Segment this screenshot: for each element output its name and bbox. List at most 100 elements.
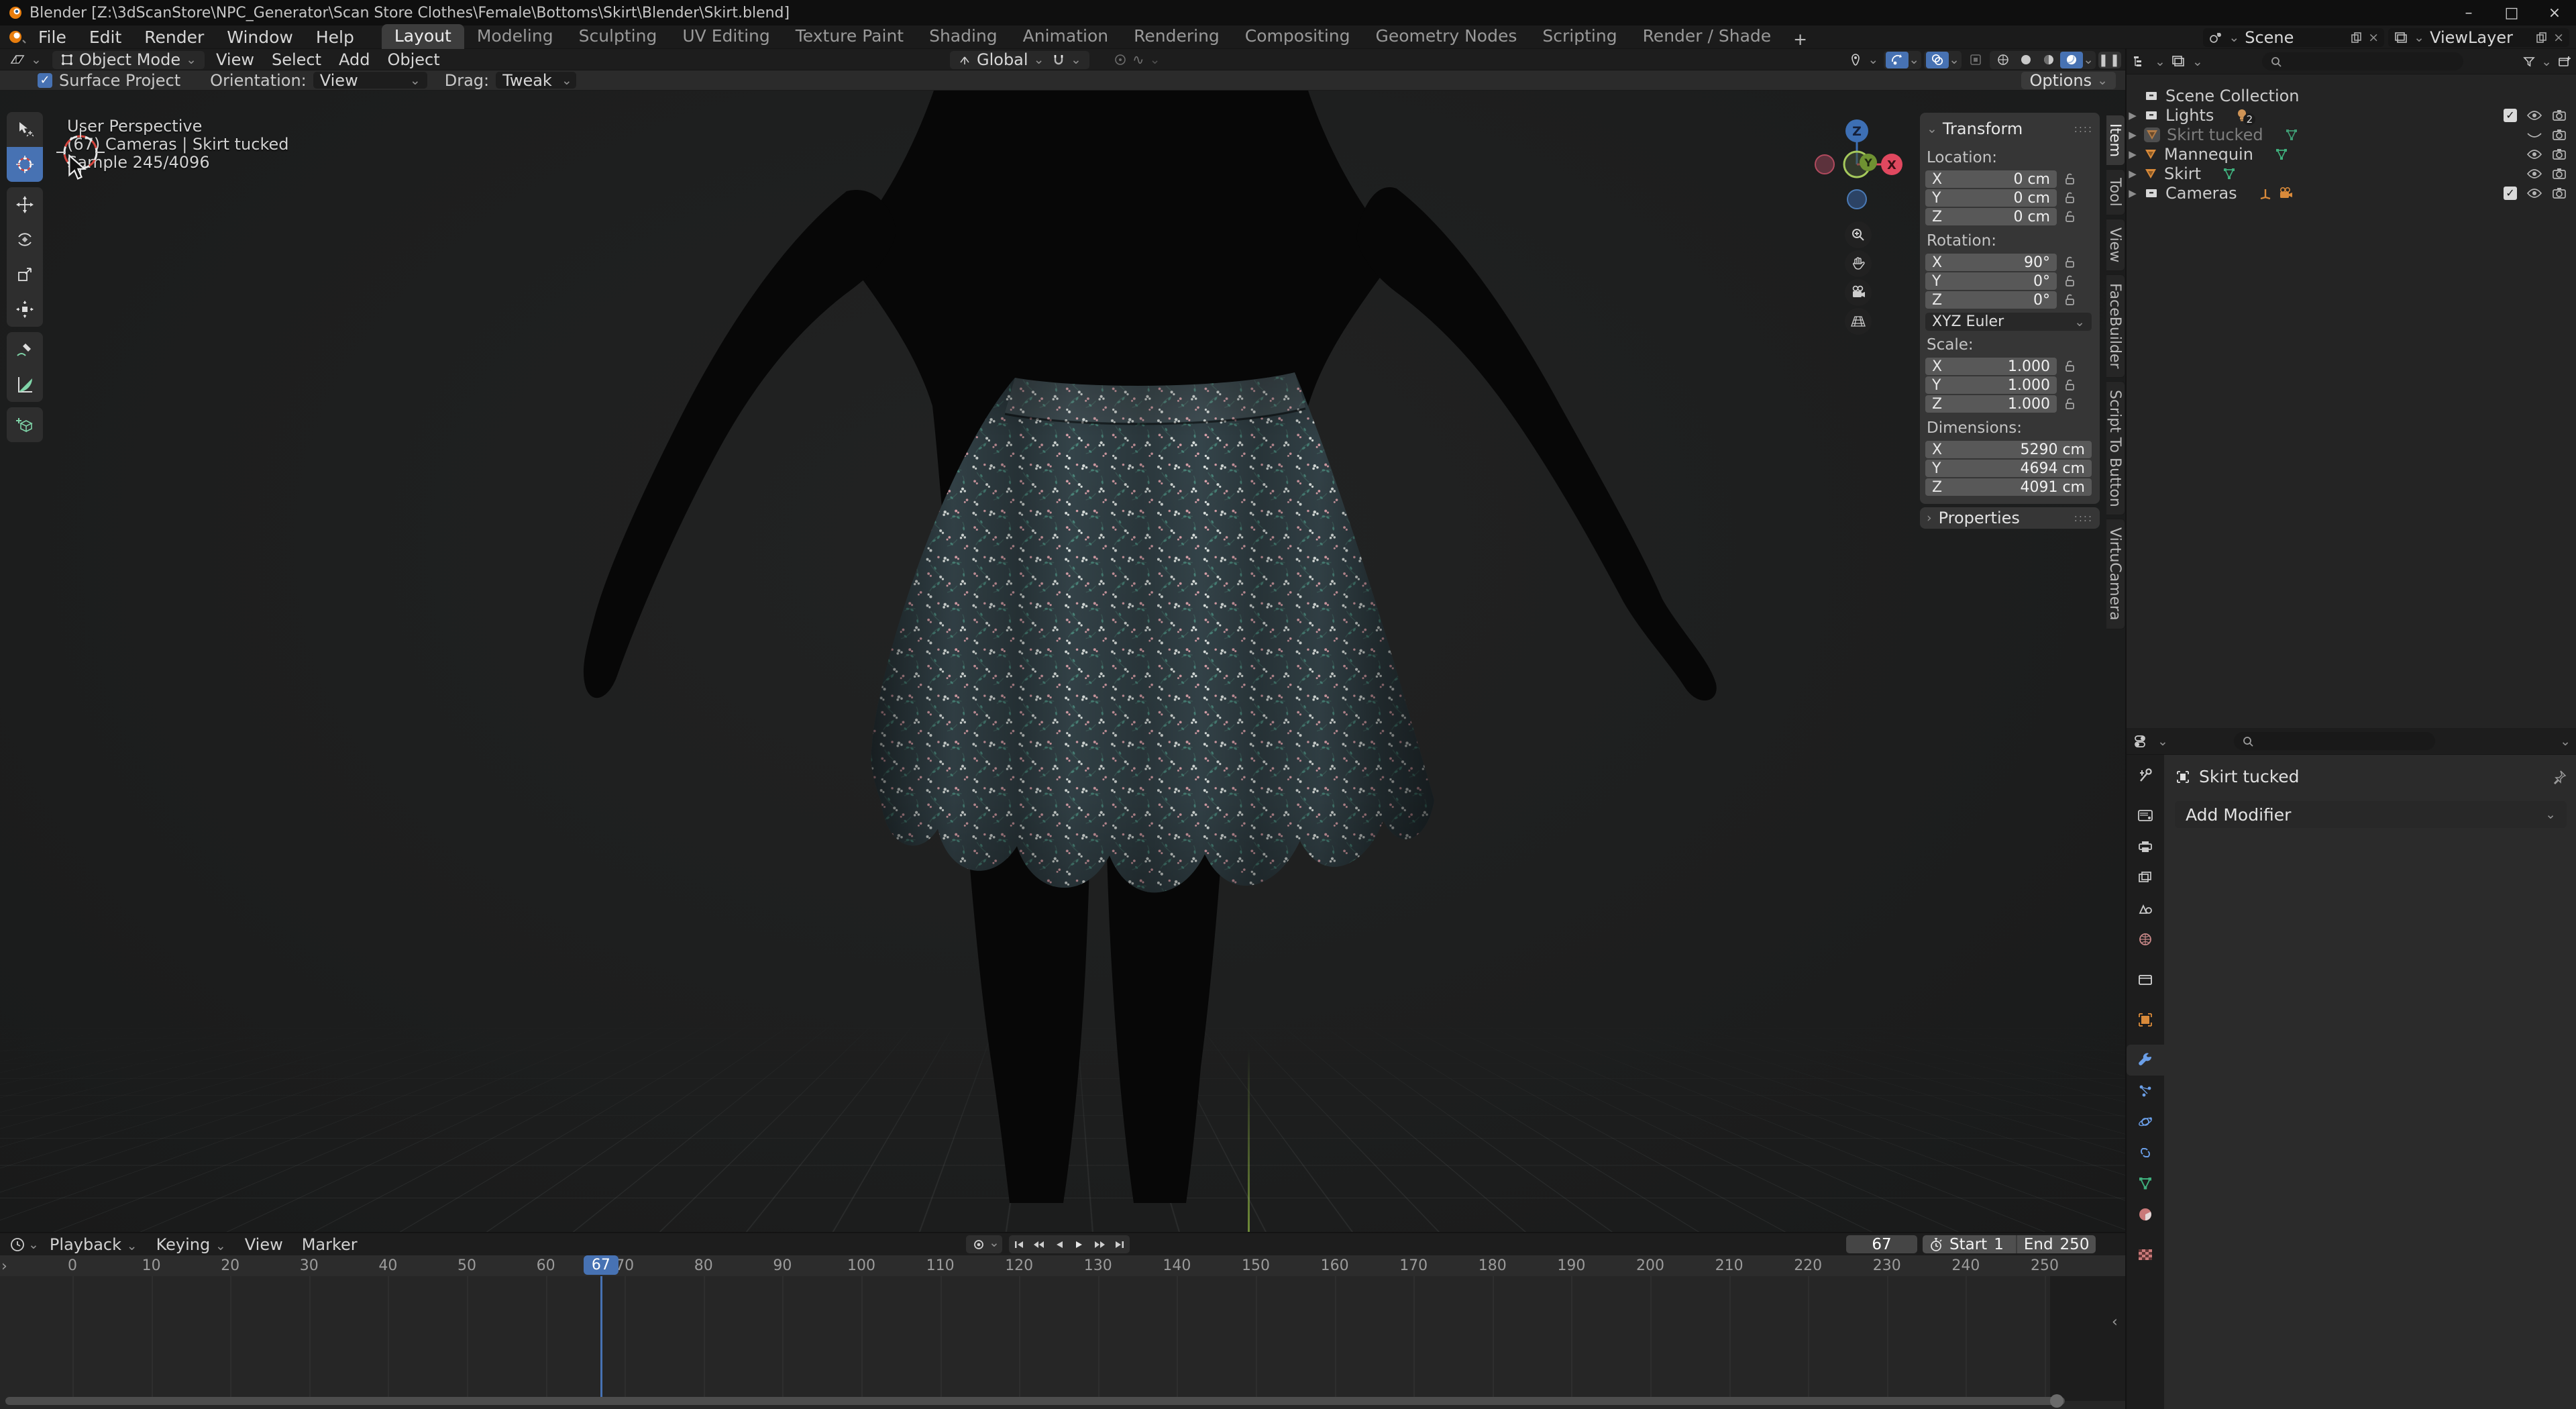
toggle-xray[interactable]: [1964, 52, 1987, 68]
playhead-line[interactable]: [600, 1276, 602, 1401]
tool-3d-cursor[interactable]: [7, 147, 43, 182]
properties-editor-icon[interactable]: [2133, 733, 2151, 749]
render-visibility-camera-icon[interactable]: [2552, 128, 2567, 142]
orientation-dropdown[interactable]: View⌄: [313, 72, 427, 89]
viewport-menu-add[interactable]: Add: [330, 50, 378, 69]
navigation-gizmo[interactable]: Z Y X: [1805, 97, 1919, 406]
viewport-menu-select[interactable]: Select: [263, 50, 330, 69]
region-collapse-icon[interactable]: ‹: [2112, 1314, 2118, 1330]
eye-icon[interactable]: [2526, 109, 2542, 121]
outliner-display-mode-icon[interactable]: [2132, 54, 2149, 69]
chevron-down-icon[interactable]: ⌄: [1949, 52, 1960, 67]
properties-collapsed-panel[interactable]: › Properties ::::: [1920, 507, 2100, 529]
scale-y-field[interactable]: Y1.000: [1925, 376, 2057, 394]
sidebar-tab-script-to-button[interactable]: Script To Button: [2106, 381, 2125, 516]
proportional-edit-controls[interactable]: ∿ ⌄: [1106, 51, 1169, 69]
sidebar-tab-virtucamera[interactable]: VirtuCamera: [2106, 519, 2125, 629]
lock-icon[interactable]: [2063, 274, 2076, 288]
tab-tool[interactable]: [2127, 760, 2164, 791]
copy-icon[interactable]: [2351, 32, 2363, 44]
lock-icon[interactable]: [2063, 397, 2076, 411]
3d-viewport[interactable]: User Perspective (67) Cameras | Skirt tu…: [0, 91, 2125, 1232]
lock-icon[interactable]: [2063, 210, 2076, 223]
tab-scene[interactable]: [2127, 893, 2164, 924]
render-visibility-camera-icon[interactable]: [2552, 167, 2567, 180]
timeline-menu-view[interactable]: View: [237, 1235, 291, 1254]
render-visibility-camera-icon[interactable]: [2552, 148, 2567, 161]
region-expand-icon[interactable]: ›: [1, 1258, 7, 1275]
location-y-field[interactable]: Y0 cm: [1925, 189, 2057, 207]
editor-type-button[interactable]: ⌄: [0, 51, 50, 69]
location-x-field[interactable]: X0 cm: [1925, 170, 2057, 188]
transform-orientation-selector[interactable]: Global ⌄: [950, 51, 1052, 69]
scrollbar-knob[interactable]: [2050, 1394, 2063, 1408]
snap-controls[interactable]: ⌄: [1044, 51, 1089, 69]
lock-icon[interactable]: [2063, 256, 2076, 269]
disclosure-triangle-icon[interactable]: ▶: [2127, 109, 2139, 121]
dimensions-x-field[interactable]: X5290 cm: [1925, 441, 2092, 458]
disclosure-triangle-icon[interactable]: ▶: [2127, 148, 2139, 160]
chevron-down-icon[interactable]: ⌄: [2157, 734, 2168, 749]
tab-object[interactable]: [2127, 1004, 2164, 1035]
jump-to-start-button[interactable]: [1009, 1235, 1029, 1253]
workspace-tab-rendering[interactable]: Rendering: [1121, 24, 1232, 49]
outliner-row-skirt[interactable]: ▶ Skirt: [2127, 164, 2576, 183]
shading-rendered-button[interactable]: [2060, 52, 2083, 68]
workspace-tab-render-shade[interactable]: Render / Shade: [1630, 24, 1784, 49]
tool-add-cube[interactable]: [7, 407, 43, 442]
tab-render[interactable]: [2127, 800, 2164, 831]
tab-view-layer[interactable]: [2127, 862, 2164, 893]
show-overlays-toggle[interactable]: [1926, 52, 1949, 68]
disclosure-triangle-icon[interactable]: ▶: [2127, 129, 2139, 141]
lock-icon[interactable]: [2063, 293, 2076, 307]
axis-gizmo[interactable]: Z Y X: [1805, 97, 1919, 211]
viewport-menu-view[interactable]: View: [207, 50, 263, 69]
eye-icon[interactable]: [2526, 187, 2542, 199]
tab-collection[interactable]: [2127, 964, 2164, 995]
end-value[interactable]: 250: [2060, 1236, 2090, 1253]
outliner-filter-mode-icon[interactable]: [2171, 54, 2187, 69]
tab-material[interactable]: [2127, 1199, 2164, 1230]
timeline-editor-icon[interactable]: [9, 1237, 25, 1253]
workspace-tab-animation[interactable]: Animation: [1010, 24, 1121, 49]
outliner-row-cameras[interactable]: ▶ Cameras ✓: [2127, 183, 2576, 203]
timeline-menu-marker[interactable]: Marker: [294, 1235, 366, 1254]
outliner-row-mannequin[interactable]: ▶ Mannequin: [2127, 144, 2576, 164]
add-workspace-button[interactable]: +: [1784, 30, 1817, 49]
lock-icon[interactable]: [2063, 191, 2076, 205]
dimensions-z-field[interactable]: Z4091 cm: [1925, 478, 2092, 496]
scene-selector[interactable]: ⌄ Scene ×: [2203, 28, 2384, 47]
viewlayer-selector[interactable]: ⌄ ViewLayer ×: [2388, 28, 2569, 47]
copy-icon[interactable]: [2536, 32, 2548, 44]
rotation-x-field[interactable]: X90°: [1925, 254, 2057, 271]
outliner-row-lights[interactable]: ▶ Lights 2 ✓: [2127, 105, 2576, 125]
chevron-down-icon[interactable]: ⌄: [2155, 54, 2165, 69]
sidebar-tab-view[interactable]: View: [2106, 219, 2125, 271]
unlink-icon[interactable]: ×: [2368, 30, 2379, 45]
play-reverse-button[interactable]: [1049, 1235, 1069, 1253]
auto-key-button[interactable]: ⌄: [966, 1235, 1002, 1253]
collection-checkbox[interactable]: ✓: [2504, 109, 2517, 122]
tab-constraints[interactable]: [2127, 1137, 2164, 1168]
object-visibility-dropdown[interactable]: ⌄: [1846, 51, 1881, 69]
close-button[interactable]: ×: [2533, 0, 2576, 25]
menu-file[interactable]: File: [27, 28, 78, 47]
outliner-row-skirt-tucked[interactable]: ▶ Skirt tucked: [2127, 125, 2576, 144]
prev-keyframe-button[interactable]: [1029, 1235, 1049, 1253]
eye-icon[interactable]: [2526, 148, 2542, 160]
workspace-tab-scripting[interactable]: Scripting: [1529, 24, 1629, 49]
sidebar-tab-tool[interactable]: Tool: [2106, 169, 2125, 215]
current-frame-field[interactable]: 67: [1846, 1235, 1917, 1253]
perspective-toggle-button[interactable]: [1845, 308, 1872, 335]
collection-checkbox[interactable]: ✓: [2504, 187, 2517, 200]
scale-z-field[interactable]: Z1.000: [1925, 395, 2057, 413]
menu-render[interactable]: Render: [133, 28, 215, 47]
outliner-row-scene-collection[interactable]: ▶ Scene Collection: [2127, 86, 2576, 105]
eye-closed-icon[interactable]: [2526, 129, 2542, 141]
tool-transform[interactable]: [7, 292, 43, 327]
show-gizmo-toggle[interactable]: [1886, 52, 1909, 68]
zoom-button[interactable]: [1845, 221, 1872, 248]
timeline-menu-playback[interactable]: Playback ⌄: [42, 1235, 146, 1254]
timeline-menu-keying[interactable]: Keying ⌄: [148, 1235, 234, 1254]
tool-rotate[interactable]: [7, 222, 43, 257]
